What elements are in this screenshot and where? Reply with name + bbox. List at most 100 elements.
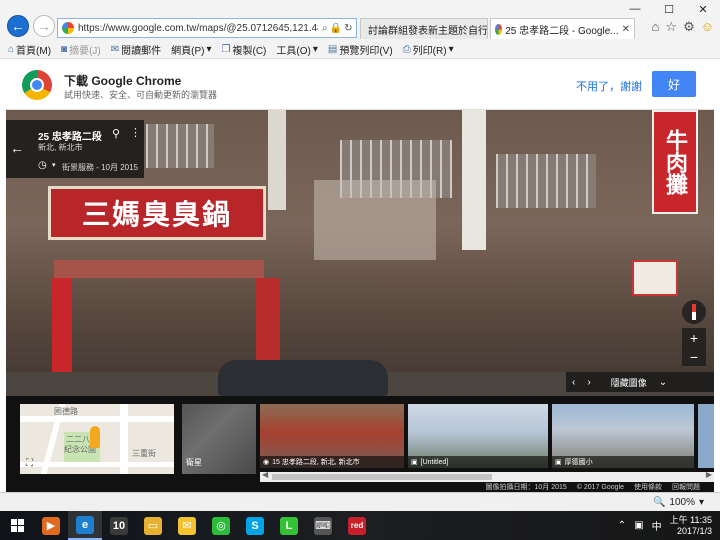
streetview-info-card: ← 25 忠孝路二段 新北, 新北市 ⚲ ⋮ ◷ ▾ 街景服務 - 10月 20…	[6, 120, 144, 178]
thumbnail-caption: 厚德國小	[564, 459, 593, 466]
home-icon: ⌂	[8, 43, 15, 55]
settings-gear-icon[interactable]: ⚙	[683, 19, 695, 35]
cmd-page[interactable]: 網頁(P) ▾	[171, 42, 211, 57]
tab-forum[interactable]: 討論群組發表新主題於自行...	[360, 18, 488, 39]
app-10-icon: 10	[110, 516, 128, 535]
zoom-out-button[interactable]: −	[690, 349, 698, 365]
cmd-print-preview[interactable]: ▤ 預覽列印(V)	[328, 42, 393, 57]
image-navigation: ‹ › 隱藏圖像 ⌄	[566, 372, 714, 392]
notification-icon[interactable]: ▣	[634, 520, 643, 531]
ime-indicator[interactable]: 中	[652, 518, 662, 533]
close-tab-icon[interactable]: ✕	[622, 24, 630, 35]
compass-needle	[692, 304, 696, 320]
search-icon[interactable]: ⌕	[322, 23, 330, 34]
building-pillar	[268, 110, 286, 210]
pegman-icon[interactable]	[90, 426, 100, 448]
cmd-copy[interactable]: ❐ 複製(C)	[222, 42, 267, 57]
window-controls: — ☐ ✕	[618, 0, 720, 18]
thumbnail-photo[interactable]: ▣ 厚德國小	[552, 404, 694, 468]
mail-icon: ✉	[110, 43, 120, 55]
taskbar-app-media-player[interactable]: ▶	[34, 511, 68, 540]
location-pin-icon[interactable]: ⚲	[112, 127, 120, 140]
thumbnail-photo[interactable]	[698, 404, 714, 468]
browser-toolbar-icons: ⌂ ☆ ⚙ ☺	[652, 19, 714, 35]
back-arrow-icon: ←	[11, 18, 25, 34]
address-bar[interactable]: https://www.google.com.tw/maps/@25.07126…	[57, 18, 357, 38]
image-date: 圖像拍攝日期：10月 2015	[485, 484, 567, 491]
taskbar-app-red-app[interactable]: red	[340, 511, 374, 540]
collapse-down-icon[interactable]: ⌄	[653, 377, 673, 388]
chevron-down-icon[interactable]: ▾	[52, 161, 56, 169]
streetview-panorama[interactable]: 三媽臭臭鍋 牛肉攤 ← 25 忠孝路二段 新北, 新北市 ⚲ ⋮ ◷ ▾ 街景服…	[6, 110, 714, 396]
favorites-star-icon[interactable]: ☆	[665, 19, 677, 35]
minimize-button[interactable]: —	[618, 0, 652, 18]
scrollbar-thumb[interactable]	[272, 474, 492, 480]
satellite-label: 衛星	[186, 458, 202, 467]
line-icon: L	[280, 516, 298, 535]
media-player-icon: ▶	[42, 516, 60, 535]
zoom-level[interactable]: 100%	[669, 497, 695, 508]
zoom-in-button[interactable]: +	[690, 330, 698, 346]
prev-image-icon[interactable]: ‹	[566, 377, 581, 388]
clock-icon[interactable]: ◷	[38, 160, 47, 171]
tab-label: 25 忠孝路二段 - Google...	[505, 25, 619, 37]
forward-button[interactable]: →	[33, 15, 55, 37]
expand-icon[interactable]: ⛶	[26, 458, 40, 470]
tray-expand-icon[interactable]: ⌃	[618, 520, 626, 531]
taskbar-app-photo-app[interactable]: ✉	[170, 511, 204, 540]
next-image-icon[interactable]: ›	[581, 377, 596, 388]
thumbnail-photo[interactable]: ▣ [Untitled]	[408, 404, 548, 468]
close-button[interactable]: ✕	[686, 0, 720, 18]
zoom-magnifier-icon[interactable]: 🔍	[653, 497, 665, 508]
clock-date: 2017/1/3	[676, 525, 712, 536]
cmd-tools[interactable]: 工具(O) ▾	[276, 42, 317, 57]
cmd-home[interactable]: ⌂ 首頁(M)	[8, 42, 51, 57]
start-button[interactable]	[0, 511, 34, 540]
chevron-down-icon[interactable]: ▾	[699, 497, 704, 508]
back-to-map-icon[interactable]: ←	[10, 140, 24, 156]
minimap[interactable]: 國德路 二二八 紀念公園 三重街 ⛶	[20, 404, 174, 474]
taskbar-app-file-explorer[interactable]: ▭	[136, 511, 170, 540]
taskbar-app-keyboard-app[interactable]: ⌨	[306, 511, 340, 540]
print-icon: ⎙	[402, 43, 411, 55]
window-grille	[496, 154, 596, 208]
url-text[interactable]: https://www.google.com.tw/maps/@25.07126…	[78, 23, 318, 34]
print-preview-icon: ▤	[327, 43, 338, 55]
hide-images-button[interactable]: 隱藏圖像	[605, 376, 653, 389]
promo-dismiss-link[interactable]: 不用了，謝謝	[576, 78, 642, 94]
terms-link[interactable]: 使用條款	[634, 482, 662, 492]
tab-google-maps[interactable]: 25 忠孝路二段 - Google... ✕	[490, 18, 635, 39]
back-button[interactable]: ←	[7, 15, 29, 37]
promo-subtitle: 試用快速、安全、可自動更新的瀏覽器	[64, 90, 218, 100]
maximize-button[interactable]: ☐	[652, 0, 686, 18]
thumbnail-streetview[interactable]: ◉ 15 忠孝路二段, 新北, 新北市	[260, 404, 404, 468]
taskbar-app-skype[interactable]: S	[238, 511, 272, 540]
refresh-icon[interactable]: ↻	[344, 23, 354, 34]
taskbar-app-internet-explorer[interactable]: e	[68, 511, 102, 540]
map-label: 三重街	[132, 449, 156, 458]
scroll-left-icon[interactable]: ◀	[262, 470, 268, 479]
home-icon[interactable]: ⌂	[652, 19, 660, 35]
beef-stall-sign: 牛肉攤	[652, 110, 698, 214]
map-credits: 圖像拍攝日期：10月 2015 © 2017 Google 使用條款 回報問題	[6, 482, 714, 492]
cmd-feeds[interactable]: ◙ 摘要(J)	[61, 42, 101, 57]
report-problem-link[interactable]: 回報問題	[672, 482, 700, 492]
cmd-print[interactable]: ⎙ 列印(R) ▾	[403, 42, 454, 57]
compass-icon[interactable]	[682, 300, 706, 324]
tab-label: 討論群組發表新主題於自行...	[368, 25, 488, 37]
feedback-smiley-icon[interactable]: ☺	[701, 19, 714, 35]
more-options-icon[interactable]: ⋮	[130, 126, 141, 139]
lock-icon[interactable]: 🔒	[330, 23, 344, 34]
address-actions: ⌕🔒↻	[322, 23, 354, 34]
cmd-read-mail[interactable]: ✉ 閱讀郵件	[111, 42, 161, 57]
taskbar-app-line[interactable]: L	[272, 511, 306, 540]
taskbar-app-wechat[interactable]: ◎	[204, 511, 238, 540]
satellite-toggle[interactable]: 衛星	[182, 404, 256, 474]
scroll-right-icon[interactable]: ▶	[706, 470, 712, 479]
windows-logo-icon	[10, 519, 24, 532]
filmstrip-scrollbar[interactable]: ◀ ▶	[260, 470, 714, 482]
taskbar-app-app-10[interactable]: 10	[102, 511, 136, 540]
promo-accept-button[interactable]: 好	[652, 71, 696, 97]
camera-icon: ▣	[555, 459, 562, 466]
taskbar-clock[interactable]: 上午 11:35 2017/1/3	[670, 515, 712, 537]
